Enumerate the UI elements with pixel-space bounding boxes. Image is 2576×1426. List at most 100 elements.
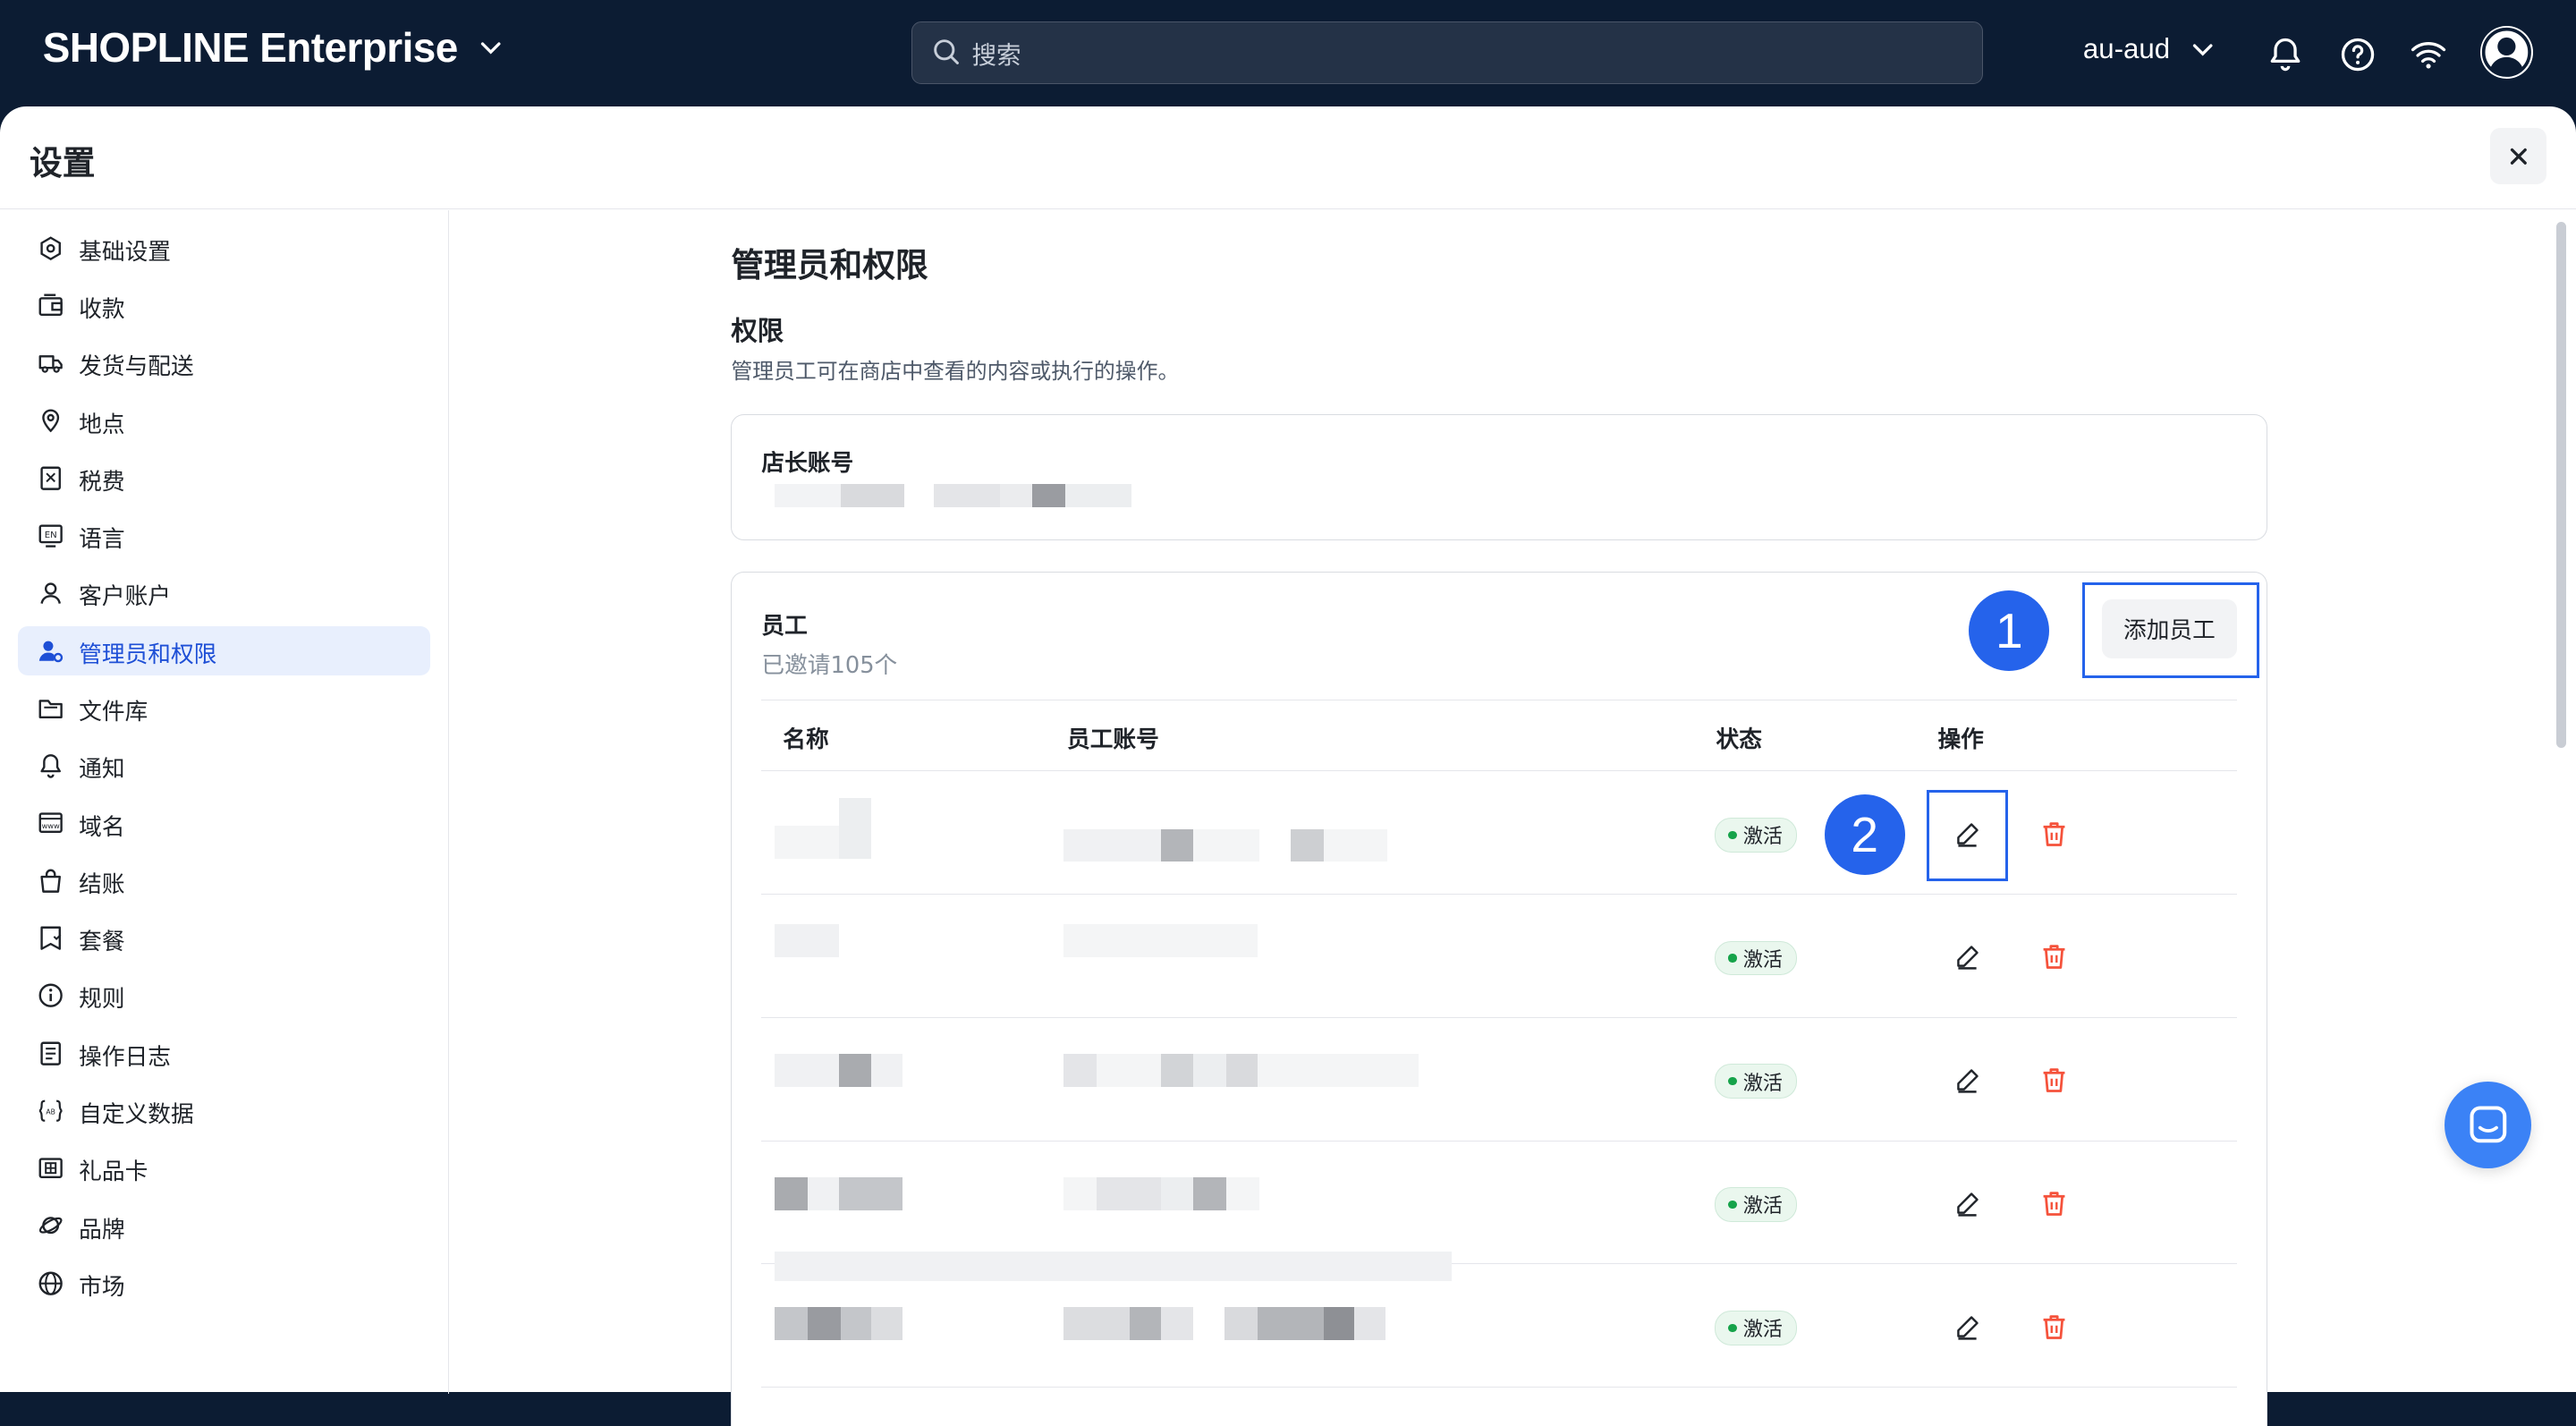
search-placeholder: 搜索 [971, 40, 1021, 70]
sidebar-item-brand[interactable]: 品牌 [18, 1201, 430, 1251]
sidebar-item-rules[interactable]: 规则 [18, 971, 430, 1020]
svg-text:AB: AB [47, 1108, 56, 1116]
table-row: 激活 2 [761, 771, 2237, 895]
chat-button[interactable] [2445, 1081, 2532, 1168]
table-row: 激活 [761, 1264, 2237, 1388]
content-title: 管理员和权限 [731, 246, 928, 285]
staff-card: 员工 已邀请105个 添加员工 1 名称 员工账号 状态 操作 激活 2 激活 … [731, 572, 2267, 1426]
sidebar-item-label: 域名 [79, 813, 125, 841]
store-settings-icon [40, 235, 62, 260]
sidebar-item-plans[interactable]: 套餐 [18, 913, 430, 963]
sidebar-item-customer-accounts[interactable]: 客户账户 [18, 568, 430, 617]
globe-icon [38, 1271, 64, 1295]
sidebar-item-label: 套餐 [79, 929, 125, 956]
sidebar-item-label: 文件库 [79, 699, 148, 726]
step-badge-2: 2 [1824, 794, 1905, 876]
delete-icon[interactable] [2039, 1312, 2069, 1342]
status-dot [1728, 1077, 1737, 1086]
close-button[interactable] [2490, 128, 2546, 184]
sidebar-item-label: 发货与配送 [79, 353, 194, 381]
chevron-down-icon [2193, 44, 2213, 56]
edit-icon[interactable] [1953, 819, 1982, 849]
edit-icon[interactable] [1953, 1189, 1982, 1218]
status-dot [1728, 1200, 1737, 1209]
sidebar-item-payments[interactable]: 收款 [18, 281, 430, 330]
sidebar-item-label: 结账 [79, 870, 125, 898]
sidebar-item-locations[interactable]: 地点 [18, 396, 430, 446]
sidebar-item-label: 品牌 [79, 1216, 125, 1244]
delete-icon[interactable] [2039, 1065, 2069, 1095]
bell-icon[interactable] [2266, 35, 2305, 74]
column-header-account: 员工账号 [1067, 726, 1159, 754]
step-badge-1: 1 [1969, 590, 2050, 672]
status-label: 激活 [1742, 1195, 1783, 1218]
table-header: 名称 员工账号 状态 操作 [761, 699, 2237, 772]
search-icon [934, 39, 960, 65]
panel-header: 设置 [0, 106, 2576, 210]
delete-icon[interactable] [2039, 942, 2069, 972]
edit-icon[interactable] [1953, 942, 1982, 972]
info-icon [38, 983, 64, 1008]
help-icon[interactable] [2338, 35, 2377, 74]
staff-count: 已邀请105个 [761, 651, 898, 679]
log-icon [40, 1041, 62, 1065]
user-icon [40, 582, 62, 605]
brand-logo: SHOPLINE Enterprise [42, 23, 459, 71]
sidebar-item-admins-permissions[interactable]: 管理员和权限 [18, 625, 431, 675]
edit-icon[interactable] [1953, 1312, 1982, 1342]
settings-sidebar: 基础设置 收款 发货与配送 地点 税费 EN 语言 客户账户 管理员和权限 文件… [0, 210, 450, 1394]
status-label: 激活 [1742, 1319, 1783, 1342]
status-dot [1728, 954, 1737, 963]
sidebar-item-languages[interactable]: EN 语言 [18, 511, 430, 560]
sidebar-item-label: 操作日志 [79, 1043, 171, 1071]
language-icon: EN [38, 524, 64, 547]
sidebar-item-custom-data[interactable]: AB 自定义数据 [18, 1086, 430, 1135]
sidebar-item-gift-cards[interactable]: 礼品卡 [18, 1143, 430, 1193]
add-staff-button[interactable]: 添加员工 [2102, 598, 2237, 658]
sidebar-item-shipping[interactable]: 发货与配送 [18, 338, 430, 387]
user-settings-icon [39, 641, 64, 662]
payment-icon [38, 293, 64, 316]
sidebar-item-files[interactable]: 文件库 [18, 683, 430, 733]
shopping-bag-icon [40, 869, 62, 893]
sidebar-item-label: 收款 [79, 296, 125, 324]
sidebar-item-activity-log[interactable]: 操作日志 [18, 1029, 430, 1078]
status-label: 激活 [1742, 1072, 1783, 1095]
column-header-status: 状态 [1716, 726, 1762, 754]
store-selector[interactable]: au-aud [2083, 33, 2216, 65]
delete-icon[interactable] [2039, 1189, 2069, 1218]
avatar[interactable] [2480, 26, 2534, 80]
location-pin-icon [42, 410, 60, 433]
status-label: 激活 [1742, 826, 1783, 849]
store-switcher[interactable]: SHOPLINE Enterprise [43, 23, 504, 72]
scrollbar[interactable] [2553, 216, 2569, 1392]
sidebar-item-notifications[interactable]: 通知 [18, 741, 430, 790]
table-row: 激活 [761, 895, 2237, 1018]
column-header-actions: 操作 [1937, 726, 1984, 754]
page-title: 设置 [30, 144, 96, 183]
sidebar-item-markets[interactable]: 市场 [18, 1259, 430, 1308]
planet-icon [39, 1217, 63, 1235]
sidebar-item-domains[interactable]: www 域名 [18, 799, 430, 848]
edit-icon[interactable] [1953, 1065, 1982, 1095]
wifi-icon[interactable] [2409, 35, 2448, 74]
sidebar-item-label: 规则 [79, 986, 125, 1014]
search-input[interactable]: 搜索 [911, 21, 1983, 84]
status-dot [1728, 830, 1737, 839]
status-badge: 激活 [1714, 940, 1797, 976]
sidebar-item-label: 礼品卡 [79, 1159, 148, 1186]
status-badge: 激活 [1714, 1187, 1797, 1222]
sidebar-item-checkout[interactable]: 结账 [18, 856, 430, 905]
scrollbar-thumb[interactable] [2555, 221, 2566, 748]
sidebar-item-basic-settings[interactable]: 基础设置 [18, 224, 430, 273]
status-label: 激活 [1742, 948, 1783, 972]
column-header-name: 名称 [783, 726, 829, 754]
permissions-section-title: 权限 [731, 316, 784, 347]
store-owner-card: 店长账号 [731, 413, 2267, 541]
status-badge: 激活 [1714, 1064, 1797, 1099]
plan-icon [40, 926, 62, 950]
truck-icon [38, 355, 64, 373]
store-owner-label: 店长账号 [761, 449, 854, 477]
delete-icon[interactable] [2039, 819, 2069, 849]
sidebar-item-taxes[interactable]: 税费 [18, 454, 430, 503]
